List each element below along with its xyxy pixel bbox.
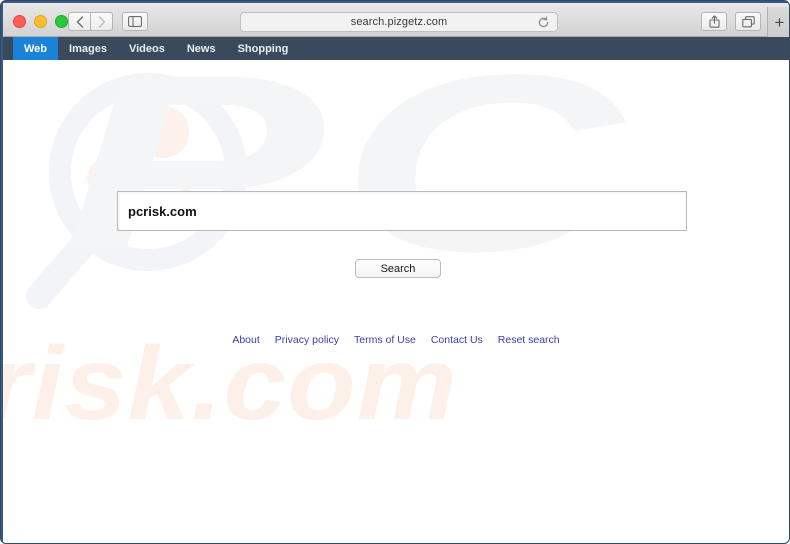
search-button[interactable]: Search	[355, 259, 441, 278]
zoom-window-button[interactable]	[55, 15, 68, 28]
nav-tab-images[interactable]: Images	[58, 37, 118, 60]
close-window-button[interactable]	[13, 15, 26, 28]
new-tab-button[interactable]: +	[767, 7, 789, 37]
address-bar[interactable]: search.pizgetz.com	[240, 12, 558, 32]
risk-watermark-text: risk.com	[3, 326, 458, 442]
reload-icon[interactable]	[537, 16, 550, 34]
nav-tab-label: News	[186, 42, 216, 55]
footer-link-contact-us[interactable]: Contact Us	[431, 334, 483, 346]
forward-button[interactable]	[90, 12, 113, 31]
sidebar-toggle-icon	[128, 16, 142, 27]
browser-toolbar: search.pizgetz.com +	[3, 3, 789, 37]
site-nav-bar: Web Images Videos News Shopping	[3, 37, 789, 60]
page-content: PC risk.com Search About Privacy policy …	[3, 60, 789, 543]
search-input[interactable]	[117, 191, 687, 231]
minimize-window-button[interactable]	[34, 15, 47, 28]
nav-tab-label: Web	[24, 42, 48, 55]
pc-watermark-text: PC	[63, 60, 637, 304]
share-button[interactable]	[701, 12, 727, 31]
sidebar-toggle-button[interactable]	[122, 12, 148, 31]
footer-link-reset-search[interactable]: Reset search	[498, 334, 560, 346]
back-button[interactable]	[68, 12, 91, 31]
share-icon	[708, 15, 720, 28]
nav-tab-videos[interactable]: Videos	[118, 37, 176, 60]
footer-link-terms-of-use[interactable]: Terms of Use	[354, 334, 416, 346]
footer-link-privacy-policy[interactable]: Privacy policy	[275, 334, 339, 346]
show-tabs-icon	[741, 15, 755, 27]
address-bar-url: search.pizgetz.com	[350, 16, 448, 28]
nav-tab-news[interactable]: News	[176, 37, 227, 60]
nav-tab-shopping[interactable]: Shopping	[227, 37, 300, 60]
new-tab-label: +	[774, 12, 785, 32]
show-tabs-button[interactable]	[735, 12, 761, 31]
nav-tab-label: Images	[69, 42, 107, 55]
browser-window: search.pizgetz.com + Web Images Videos N…	[0, 0, 790, 544]
chevron-right-icon	[98, 15, 105, 28]
nav-tab-label: Videos	[128, 42, 165, 55]
chevron-left-icon	[76, 15, 83, 28]
footer-link-about[interactable]: About	[232, 334, 259, 346]
nav-tab-label: Shopping	[237, 42, 289, 55]
nav-tab-web[interactable]: Web	[13, 37, 59, 60]
window-controls	[13, 15, 68, 28]
footer-links: About Privacy policy Terms of Use Contac…	[3, 334, 789, 346]
